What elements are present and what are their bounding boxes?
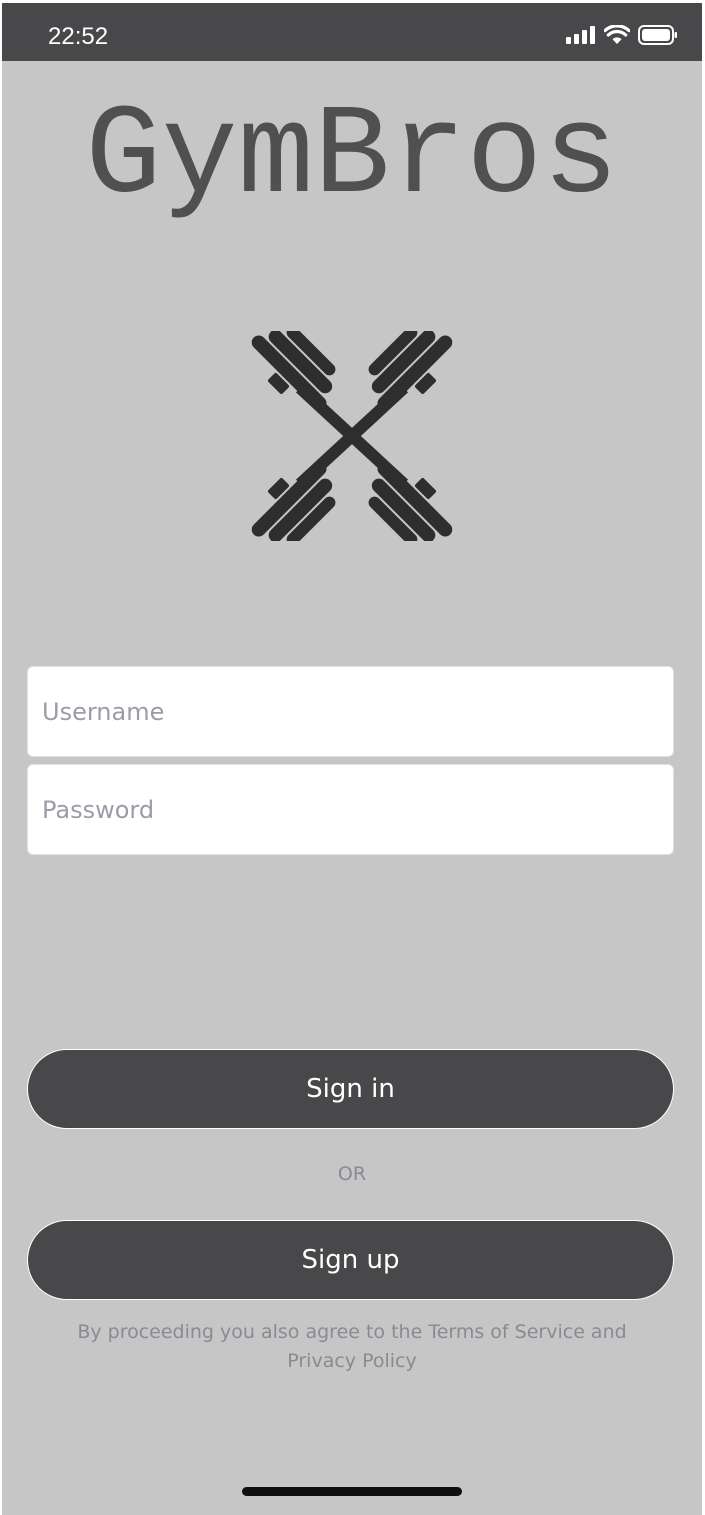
status-icons <box>566 24 678 49</box>
app-title: GymBros <box>85 86 619 230</box>
home-indicator[interactable] <box>242 1487 462 1496</box>
crossed-dumbbells-icon <box>245 326 459 546</box>
username-input[interactable] <box>27 666 674 757</box>
login-screen: 22:52 GymBros Username Sign in OR Sign u… <box>2 3 702 1515</box>
terms-notice: By proceeding you also agree to the Term… <box>77 1321 627 1372</box>
password-input[interactable] <box>27 764 674 855</box>
sign-in-button[interactable]: Sign in <box>27 1049 674 1129</box>
status-bar: 22:52 <box>2 3 702 61</box>
battery-icon <box>638 25 678 49</box>
status-time: 22:52 <box>48 23 109 50</box>
sign-up-button[interactable]: Sign up <box>27 1220 674 1300</box>
or-divider-label: OR <box>337 1163 367 1185</box>
signal-icon <box>566 26 596 48</box>
wifi-icon <box>603 24 631 49</box>
